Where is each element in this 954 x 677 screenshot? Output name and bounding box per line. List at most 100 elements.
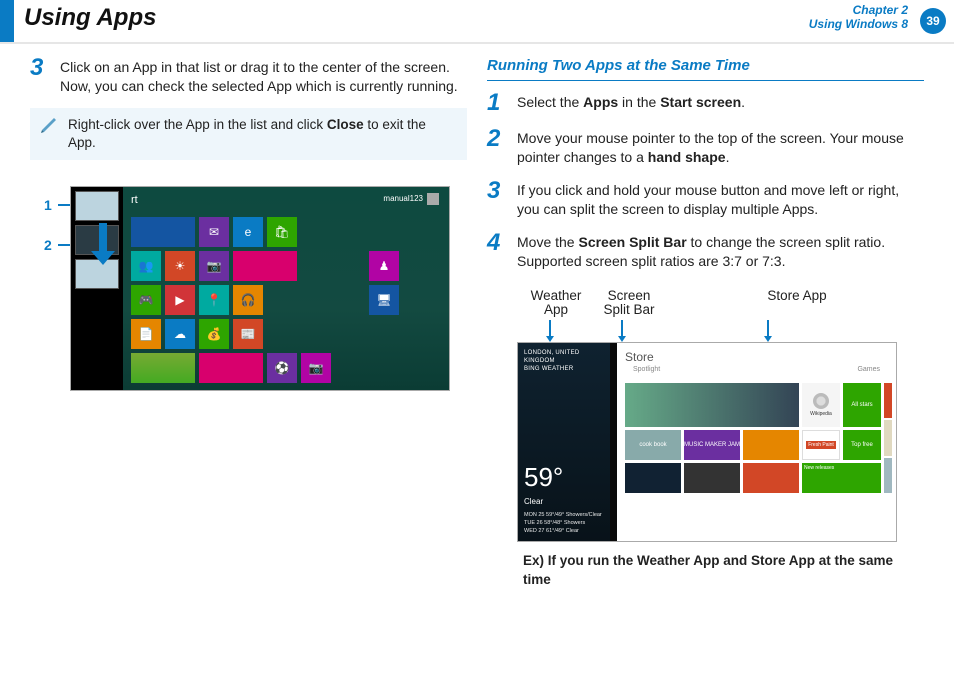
- note-text-a: Right-click over the App in the list and…: [68, 117, 327, 132]
- store-tile[interactable]: [743, 463, 799, 493]
- store-tile[interactable]: New releases: [802, 463, 881, 493]
- store-tile-hero[interactable]: [625, 383, 799, 427]
- tile[interactable]: 📷: [199, 251, 229, 281]
- forecast-row: WED 27 61°/49° Clear: [524, 528, 604, 536]
- step-2: 2 Move your mouse pointer to the top of …: [487, 127, 924, 167]
- weather-location: LONDON, UNITED KINGDOM BING WEATHER: [524, 349, 610, 373]
- step-text: Move the Screen Split Bar to change the …: [517, 231, 924, 271]
- callout-2: 2: [44, 236, 52, 255]
- page-body: 3 Click on an App in that list or drag i…: [0, 44, 954, 589]
- figure-labels: Weather App Screen Split Bar Store App: [517, 289, 924, 319]
- store-tile[interactable]: Fresh Paint: [802, 430, 840, 460]
- user-name: manual123: [383, 194, 423, 205]
- tile[interactable]: 👥: [131, 251, 161, 281]
- page-title: Using Apps: [14, 0, 809, 42]
- store-app-pane[interactable]: Store Spotlight Games Wikipedia All star…: [617, 343, 896, 541]
- weather-app-pane[interactable]: LONDON, UNITED KINGDOM BING WEATHER 59° …: [518, 343, 610, 541]
- start-screen-mock: rt manual123 ✉ e 🛍 👥 ☀ 📷 ♟: [70, 186, 450, 391]
- figure-start-screen: 1 2 rt manual123: [30, 176, 467, 391]
- note-icon: [40, 116, 58, 141]
- step-text: If you click and hold your mouse button …: [517, 179, 924, 219]
- forecast-row: MON 25 59°/49° Showers/Clear: [524, 512, 604, 520]
- forecast-row: TUE 26 58°/48° Showers: [524, 520, 604, 528]
- store-section: Spotlight: [625, 365, 668, 378]
- avatar-icon: [427, 193, 439, 205]
- tile[interactable]: e: [233, 217, 263, 247]
- left-column: 3 Click on an App in that list or drag i…: [20, 52, 477, 589]
- step-3-left: 3 Click on an App in that list or drag i…: [30, 56, 467, 96]
- pointer-icon: [621, 320, 623, 338]
- store-tile[interactable]: [684, 463, 740, 493]
- app-thumb[interactable]: [75, 191, 119, 221]
- screen-split-bar[interactable]: [610, 343, 617, 541]
- start-label: rt: [131, 193, 138, 208]
- tile[interactable]: 🖥: [369, 285, 399, 315]
- app-switcher-sidebar: [71, 187, 123, 390]
- note-bold: Close: [327, 117, 364, 132]
- tile[interactable]: ☁: [165, 319, 195, 349]
- pointer-icon: [549, 320, 551, 338]
- step-4: 4 Move the Screen Split Bar to change th…: [487, 231, 924, 271]
- tile-grid: ✉ e 🛍 👥 ☀ 📷 ♟ 🎮 ▶ 📍 🎧 🖥 📄: [131, 217, 399, 383]
- label-splitbar: Screen Split Bar: [599, 289, 659, 319]
- section-heading: Running Two Apps at the Same Time: [487, 56, 924, 81]
- pointer-icon: [767, 320, 769, 338]
- store-edge-tiles: [884, 383, 892, 493]
- weather-condition: Clear: [524, 497, 604, 508]
- label-store: Store App: [737, 289, 857, 319]
- tile[interactable]: 📷: [301, 353, 331, 383]
- store-tile[interactable]: Wikipedia: [802, 383, 840, 427]
- store-section: Games: [849, 365, 888, 378]
- weather-temp: 59°: [524, 460, 604, 495]
- page-number: 39: [920, 8, 946, 34]
- tile[interactable]: ✉: [199, 217, 229, 247]
- tile[interactable]: ☀: [165, 251, 195, 281]
- callout-1: 1: [44, 196, 52, 215]
- page-header: Using Apps Chapter 2 Using Windows 8 39: [0, 0, 954, 44]
- store-title: Store: [617, 343, 896, 365]
- store-tile[interactable]: MUSIC MAKER JAM: [684, 430, 740, 460]
- tile[interactable]: ⚽: [267, 353, 297, 383]
- store-tile[interactable]: [743, 430, 799, 460]
- tile[interactable]: [233, 251, 297, 281]
- store-tile[interactable]: All stars: [843, 383, 881, 427]
- tile[interactable]: [199, 353, 263, 383]
- chapter-label: Chapter 2: [809, 4, 908, 17]
- step-text: Move your mouse pointer to the top of th…: [517, 127, 924, 167]
- tile[interactable]: ♟: [369, 251, 399, 281]
- step-number: 3: [487, 179, 507, 219]
- step-text: Select the Apps in the Start screen.: [517, 91, 924, 115]
- store-tile[interactable]: Top free: [843, 430, 881, 460]
- step-text: Click on an App in that list or drag it …: [60, 56, 467, 96]
- chapter-subtitle: Using Windows 8: [809, 17, 908, 31]
- tile[interactable]: [131, 217, 195, 247]
- tile[interactable]: 💰: [199, 319, 229, 349]
- tile[interactable]: 📍: [199, 285, 229, 315]
- header-accent: [0, 0, 14, 42]
- tile[interactable]: [131, 353, 195, 383]
- globe-icon: [813, 393, 829, 409]
- tile[interactable]: 📰: [233, 319, 263, 349]
- step-number: 3: [30, 56, 50, 96]
- step-1: 1 Select the Apps in the Start screen.: [487, 91, 924, 115]
- store-tile[interactable]: [625, 463, 681, 493]
- note-box: Right-click over the App in the list and…: [30, 108, 467, 160]
- step-number: 4: [487, 231, 507, 271]
- step-number: 2: [487, 127, 507, 167]
- tile[interactable]: 🎧: [233, 285, 263, 315]
- figure-two-apps: Weather App Screen Split Bar Store App L…: [487, 283, 924, 589]
- drag-arrow-icon: [91, 223, 115, 265]
- store-tile[interactable]: cook book: [625, 430, 681, 460]
- tile[interactable]: 📄: [131, 319, 161, 349]
- tile[interactable]: 🎮: [131, 285, 161, 315]
- store-grid: Wikipedia All stars cook book MUSIC MAKE…: [617, 379, 896, 541]
- label-weather: Weather App: [521, 289, 591, 319]
- tile[interactable]: 🛍: [267, 217, 297, 247]
- step-3: 3 If you click and hold your mouse butto…: [487, 179, 924, 219]
- example-caption: Ex) If you run the Weather App and Store…: [523, 552, 924, 588]
- pointer-row: [517, 320, 924, 342]
- user-account[interactable]: manual123: [383, 193, 439, 205]
- step-number: 1: [487, 91, 507, 115]
- header-right: Chapter 2 Using Windows 8 39: [809, 0, 954, 42]
- tile[interactable]: ▶: [165, 285, 195, 315]
